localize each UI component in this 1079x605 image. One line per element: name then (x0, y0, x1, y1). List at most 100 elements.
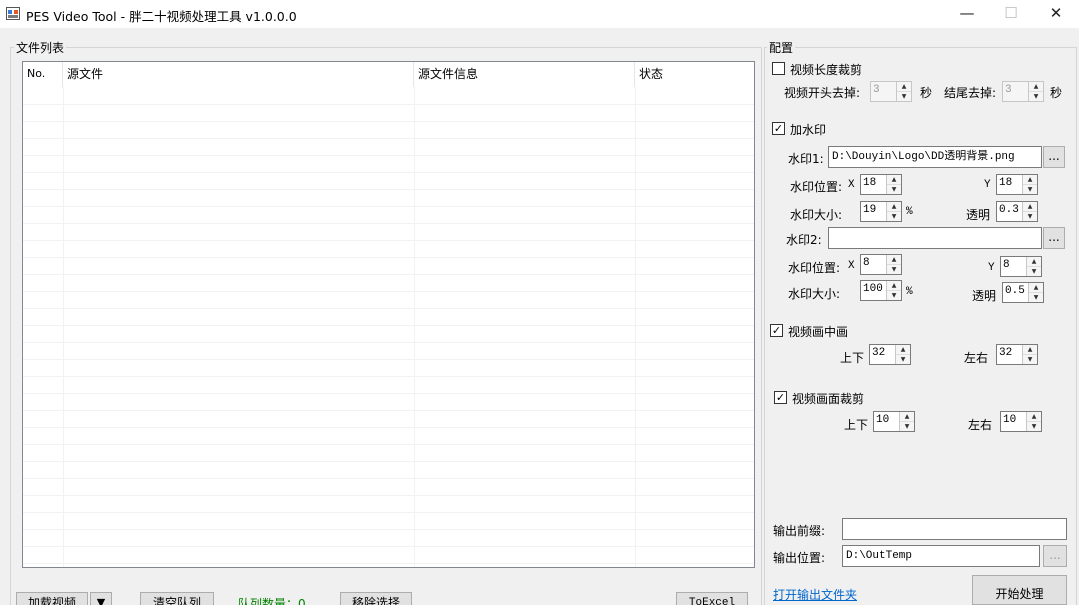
wm2-size-spinner[interactable]: 100 ▲ ▼ (860, 280, 902, 301)
start-processing-button[interactable]: 开始处理 (972, 575, 1067, 605)
pip-vert-spinner[interactable]: 32 ▲ ▼ (869, 344, 911, 365)
column-header-source-file[interactable]: 源文件 (63, 62, 414, 87)
wm1-pos-label: 水印位置: (790, 180, 843, 194)
wm2-browse-button[interactable]: ... (1043, 227, 1065, 249)
spin-down-icon[interactable]: ▼ (887, 211, 901, 220)
pip-vert-label: 上下 (840, 351, 865, 365)
list-row-gridline (23, 308, 754, 309)
spinner-arrows: ▲ ▼ (886, 255, 901, 274)
trim-head-label: 视频开头去掉: (784, 86, 861, 100)
trim-tail-unit: 秒 (1050, 86, 1063, 100)
spin-down-icon[interactable]: ▼ (1023, 211, 1037, 220)
spinner-arrows: ▲ ▼ (895, 345, 910, 364)
trim-checkbox[interactable] (772, 62, 785, 75)
spinner-arrows: ▲ ▼ (1028, 82, 1043, 101)
pip-horiz-spinner[interactable]: 32 ▲ ▼ (996, 344, 1038, 365)
wm2-x-spinner[interactable]: 8 ▲ ▼ (860, 254, 902, 275)
spin-up-icon[interactable]: ▲ (1023, 202, 1037, 211)
maximize-button[interactable]: ☐ (988, 0, 1034, 28)
spin-up-icon[interactable]: ▲ (1023, 175, 1037, 184)
spin-down-icon[interactable]: ▼ (887, 184, 901, 193)
list-row-gridline (23, 359, 754, 360)
trim-head-spinner[interactable]: 3 ▲ ▼ (870, 81, 912, 102)
spinner-arrows: ▲ ▼ (896, 82, 911, 101)
open-output-folder-link[interactable]: 打开输出文件夹 (773, 586, 857, 603)
list-row-gridline (23, 206, 754, 207)
list-row-gridline (23, 223, 754, 224)
remove-selected-button[interactable]: 移除选择 (340, 592, 412, 605)
window-title: PES Video Tool - 胖二十视频处理工具 v1.0.0.0 (26, 9, 297, 24)
list-row-gridline (23, 512, 754, 513)
load-video-dropdown-icon[interactable]: ▼ (90, 592, 112, 605)
pip-checkbox[interactable]: ✓ (770, 324, 783, 337)
output-browse-button[interactable]: ... (1043, 545, 1067, 567)
output-location-input[interactable]: D:\OutTemp (842, 545, 1040, 567)
trim-label: 视频长度裁剪 (790, 63, 863, 77)
wm2-path-input[interactable] (828, 227, 1042, 249)
list-column-gridline (635, 87, 636, 567)
app-icon (6, 7, 20, 20)
clear-queue-button[interactable]: 清空队列 (140, 592, 214, 605)
spin-up-icon[interactable]: ▲ (887, 202, 901, 211)
load-video-button[interactable]: 加载视频 (16, 592, 88, 605)
trim-head-value: 3 (873, 84, 880, 96)
trim-tail-label: 结尾去掉: (944, 86, 997, 100)
output-prefix-label: 输出前缀: (773, 524, 826, 538)
spin-down-icon[interactable]: ▼ (1029, 91, 1043, 100)
to-excel-button[interactable]: ToExcel (676, 592, 748, 605)
close-button[interactable]: ✕ (1033, 0, 1079, 28)
list-row-gridline (23, 155, 754, 156)
spin-up-icon[interactable]: ▲ (896, 345, 910, 354)
crop-checkbox[interactable]: ✓ (774, 391, 787, 404)
trim-tail-spinner[interactable]: 3 ▲ ▼ (1002, 81, 1044, 102)
list-row-gridline (23, 274, 754, 275)
file-list-view[interactable]: No. 源文件 源文件信息 状态 (22, 61, 755, 568)
spin-down-icon[interactable]: ▼ (897, 91, 911, 100)
wm2-y-label: Y (988, 262, 995, 274)
column-header-status[interactable]: 状态 (635, 62, 754, 87)
spin-up-icon[interactable]: ▲ (900, 412, 914, 421)
spin-down-icon[interactable]: ▼ (1023, 184, 1037, 193)
wm1-path-input[interactable]: D:\Douyin\Logo\DD透明背景.png (828, 146, 1042, 168)
spinner-arrows: ▲ ▼ (1022, 202, 1037, 221)
wm1-opacity-spinner[interactable]: 0.3 ▲ ▼ (996, 201, 1038, 222)
spin-up-icon[interactable]: ▲ (1029, 283, 1043, 292)
spin-down-icon[interactable]: ▼ (1027, 266, 1041, 275)
trim-head-unit: 秒 (920, 86, 933, 100)
wm2-label: 水印2: (786, 233, 822, 247)
watermark-check-mark: ✓ (773, 122, 784, 135)
spin-down-icon[interactable]: ▼ (900, 421, 914, 430)
spin-up-icon[interactable]: ▲ (897, 82, 911, 91)
output-prefix-input[interactable] (842, 518, 1067, 540)
crop-vert-spinner[interactable]: 10 ▲ ▼ (873, 411, 915, 432)
watermark-checkbox[interactable]: ✓ (772, 122, 785, 135)
wm1-x-spinner[interactable]: 18 ▲ ▼ (860, 174, 902, 195)
column-header-no[interactable]: No. (23, 62, 63, 87)
spin-up-icon[interactable]: ▲ (1027, 412, 1041, 421)
crop-horiz-label: 左右 (968, 418, 993, 432)
wm2-opacity-spinner[interactable]: 0.5 ▲ ▼ (1002, 282, 1044, 303)
spin-down-icon[interactable]: ▼ (1023, 354, 1037, 363)
spin-down-icon[interactable]: ▼ (887, 290, 901, 299)
spin-down-icon[interactable]: ▼ (887, 264, 901, 273)
wm1-browse-button[interactable]: ... (1043, 146, 1065, 168)
title-bar: PES Video Tool - 胖二十视频处理工具 v1.0.0.0 — ☐ … (0, 0, 1079, 28)
spin-up-icon[interactable]: ▲ (1027, 257, 1041, 266)
spin-up-icon[interactable]: ▲ (887, 281, 901, 290)
spin-down-icon[interactable]: ▼ (1027, 421, 1041, 430)
crop-horiz-spinner[interactable]: 10 ▲ ▼ (1000, 411, 1042, 432)
spin-down-icon[interactable]: ▼ (1029, 292, 1043, 301)
column-header-source-info[interactable]: 源文件信息 (414, 62, 635, 87)
wm1-x-value: 18 (863, 177, 877, 189)
wm2-y-spinner[interactable]: 8 ▲ ▼ (1000, 256, 1042, 277)
spin-up-icon[interactable]: ▲ (887, 255, 901, 264)
spin-up-icon[interactable]: ▲ (887, 175, 901, 184)
spin-up-icon[interactable]: ▲ (1023, 345, 1037, 354)
minimize-button[interactable]: — (944, 0, 990, 28)
spin-up-icon[interactable]: ▲ (1029, 82, 1043, 91)
spin-down-icon[interactable]: ▼ (896, 354, 910, 363)
list-row-gridline (23, 393, 754, 394)
wm1-size-spinner[interactable]: 19 ▲ ▼ (860, 201, 902, 222)
wm1-y-spinner[interactable]: 18 ▲ ▼ (996, 174, 1038, 195)
wm1-size-label: 水印大小: (790, 208, 843, 222)
